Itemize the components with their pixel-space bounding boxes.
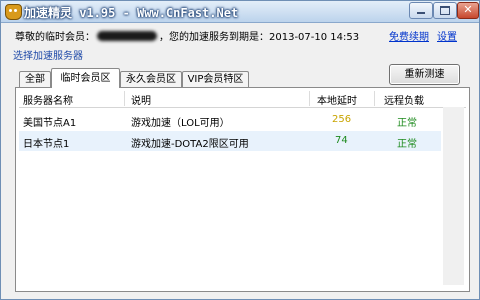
column-divider[interactable] — [309, 91, 310, 106]
server-name: 日本节点1 — [23, 139, 70, 150]
column-header-load[interactable]: 远程负载 — [384, 92, 424, 107]
column-header-name[interactable]: 服务器名称 — [23, 92, 73, 107]
renew-link[interactable]: 免费续期 — [389, 28, 429, 43]
column-divider[interactable] — [124, 91, 125, 106]
tab-temp-members[interactable]: 临时会员区 — [51, 68, 120, 88]
window-title: 加速精灵 v1.95 - Www.CnFast.Net — [24, 6, 239, 20]
table-row[interactable]: 美国节点A1 游戏加速（LOL可用） 256 正常 — [19, 110, 441, 130]
load-status: 正常 — [397, 139, 417, 150]
settings-link[interactable]: 设置 — [437, 28, 457, 43]
app-logo-icon — [5, 4, 22, 20]
tab-perm-members[interactable]: 永久会员区 — [120, 71, 182, 87]
column-header-desc[interactable]: 说明 — [131, 92, 151, 107]
section-label: 选择加速服务器 — [13, 51, 83, 62]
tab-vip-members[interactable]: VIP会员特区 — [182, 71, 249, 87]
server-desc: 游戏加速-DOTA2限区可用 — [131, 139, 249, 150]
close-button[interactable]: ✕ — [457, 2, 479, 19]
retest-speed-button[interactable]: 重新测速 — [389, 64, 460, 85]
table-row[interactable]: 日本节点1 游戏加速-DOTA2限区可用 74 正常 — [19, 131, 441, 151]
member-prefix: 尊敬的临时会员： — [15, 32, 95, 43]
expiry-text: ，您的加速服务到期是：2013-07-10 14:53 — [159, 32, 360, 43]
title-bar[interactable]: 加速精灵 v1.95 - Www.CnFast.Net ✕ — [1, 1, 479, 23]
column-header-latency[interactable]: 本地延时 — [317, 92, 357, 107]
scrollbar[interactable] — [443, 107, 464, 285]
latency-value: 74 — [335, 135, 348, 146]
maximize-button[interactable] — [433, 2, 457, 19]
app-window: 加速精灵 v1.95 - Www.CnFast.Net ✕ 尊敬的临时会员： ，您… — [0, 0, 480, 300]
redacted-username — [97, 30, 157, 41]
tab-all[interactable]: 全部 — [19, 71, 51, 87]
server-list: 服务器名称 说明 本地延时 远程负载 美国节点A1 游戏加速（LOL可用） 25… — [19, 90, 466, 288]
column-divider[interactable] — [374, 91, 375, 106]
server-desc: 游戏加速（LOL可用） — [131, 118, 230, 129]
member-status: 尊敬的临时会员： ，您的加速服务到期是：2013-07-10 14:53 — [15, 28, 359, 43]
latency-value: 256 — [332, 114, 352, 125]
minimize-icon — [417, 12, 425, 14]
server-name: 美国节点A1 — [23, 118, 77, 129]
load-status: 正常 — [397, 118, 417, 129]
minimize-button[interactable] — [409, 2, 433, 19]
list-header: 服务器名称 说明 本地延时 远程负载 — [19, 90, 466, 108]
maximize-icon — [440, 6, 450, 15]
